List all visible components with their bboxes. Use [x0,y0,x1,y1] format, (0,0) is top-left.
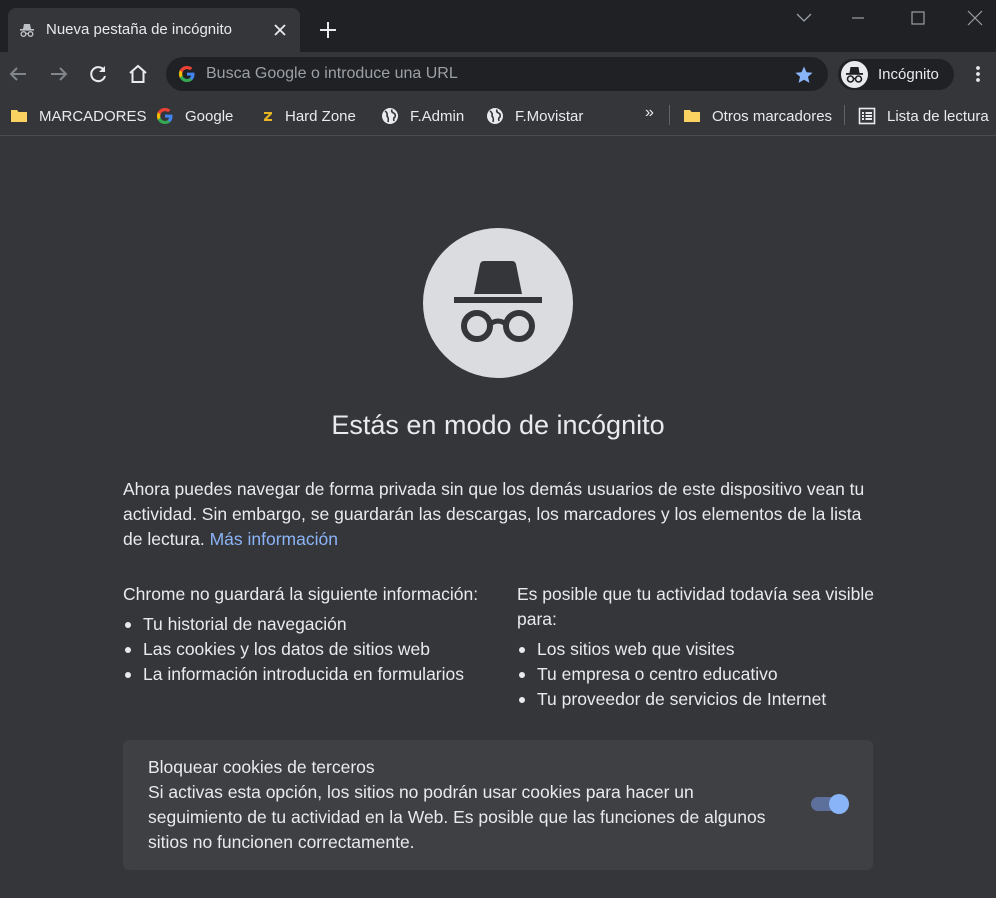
cookie-controls-card: Bloquear cookies de terceros Si activas … [123,740,873,870]
bookmark-label: Otros marcadores [712,107,833,125]
incognito-icon [846,67,863,83]
incognito-avatar [841,61,868,88]
bookmarks-separator [669,105,670,125]
list-item: Tu proveedor de servicios de Internet [517,687,887,712]
bookmark-label: MARCADORES [39,107,147,125]
profile-button[interactable]: Incógnito [838,59,954,90]
close-window-icon[interactable] [965,8,985,28]
omnibox[interactable] [166,57,828,91]
bookmarks-separator [844,105,845,125]
profile-label: Incógnito [878,66,939,83]
bookmark-label: F.Movistar [515,107,584,125]
maximize-icon[interactable] [908,8,928,28]
back-icon[interactable] [6,62,30,86]
reading-list-button[interactable]: Lista de lectura [858,106,989,126]
incognito-icon [20,24,34,37]
bookmark-label: F.Admin [410,107,465,125]
tab-search-chevron-icon[interactable] [794,8,814,28]
visible-to-section: Es posible que tu actividad todavía sea … [517,582,887,712]
list-item: Tu historial de navegación [123,612,503,637]
learn-more-link[interactable]: Más información [210,529,338,549]
list-item: Las cookies y los datos de sitios web [123,637,503,662]
bookmark-label: Lista de lectura [887,107,989,125]
new-tab-icon[interactable] [318,20,338,40]
toggle-knob [829,794,849,814]
list-item: Los sitios web que visites [517,637,887,662]
home-icon[interactable] [126,62,150,86]
list-item: La información introducida en formulario… [123,662,503,687]
hardzone-icon [264,112,272,121]
folder-icon [11,110,27,122]
bookmark-otros-marcadores[interactable]: Otros marcadores [683,106,832,126]
close-tab-icon[interactable] [272,22,288,38]
minimize-icon[interactable] [848,8,868,28]
google-icon [179,66,195,82]
cookie-card-description: Si activas esta opción, los sitios no po… [148,782,766,852]
bookmark-star-icon[interactable] [794,65,814,85]
incognito-icon [454,261,542,342]
page-title: Estás en modo de incógnito [331,410,665,440]
visible-to-title: Es posible que tu actividad todavía sea … [517,584,875,629]
forward-icon[interactable] [47,62,71,86]
more-menu-icon[interactable] [968,64,988,84]
globe-icon [382,108,398,124]
google-icon [157,108,173,124]
reading-list-icon [858,107,876,125]
cookie-card-title: Bloquear cookies de terceros [148,757,375,777]
block-cookies-toggle[interactable] [809,794,851,816]
visible-to-list: Los sitios web que visites Tu empresa o … [517,637,887,712]
reload-icon[interactable] [86,62,110,86]
bookmark-google[interactable]: Google [156,106,233,126]
not-saved-list: Tu historial de navegación Las cookies y… [123,612,503,687]
bookmark-hard-zone[interactable]: Hard Zone [262,106,356,126]
bookmark-label: Google [185,107,234,125]
intro-paragraph: Ahora puedes navegar de forma privada si… [123,477,873,552]
folder-icon [684,110,700,122]
toolbar: Incógnito [0,52,996,96]
address-input[interactable] [206,61,786,87]
list-item: Tu empresa o centro educativo [517,662,887,687]
title-bar: Nueva pestaña de incógnito [0,0,996,52]
globe-icon [487,108,503,124]
bookmark-f-movistar[interactable]: F.Movistar [486,106,583,126]
tab-title: Nueva pestaña de incógnito [46,21,232,38]
bookmark-marcadores[interactable]: MARCADORES [10,106,147,126]
bookmark-label: Hard Zone [285,107,356,125]
incognito-hero [423,228,573,378]
bookmark-f-admin[interactable]: F.Admin [381,106,464,126]
tab-incognito[interactable]: Nueva pestaña de incógnito [8,8,300,52]
not-saved-section: Chrome no guardará la siguiente informac… [123,582,503,687]
bookmarks-overflow-button[interactable]: » [645,104,654,122]
not-saved-title: Chrome no guardará la siguiente informac… [123,584,479,604]
